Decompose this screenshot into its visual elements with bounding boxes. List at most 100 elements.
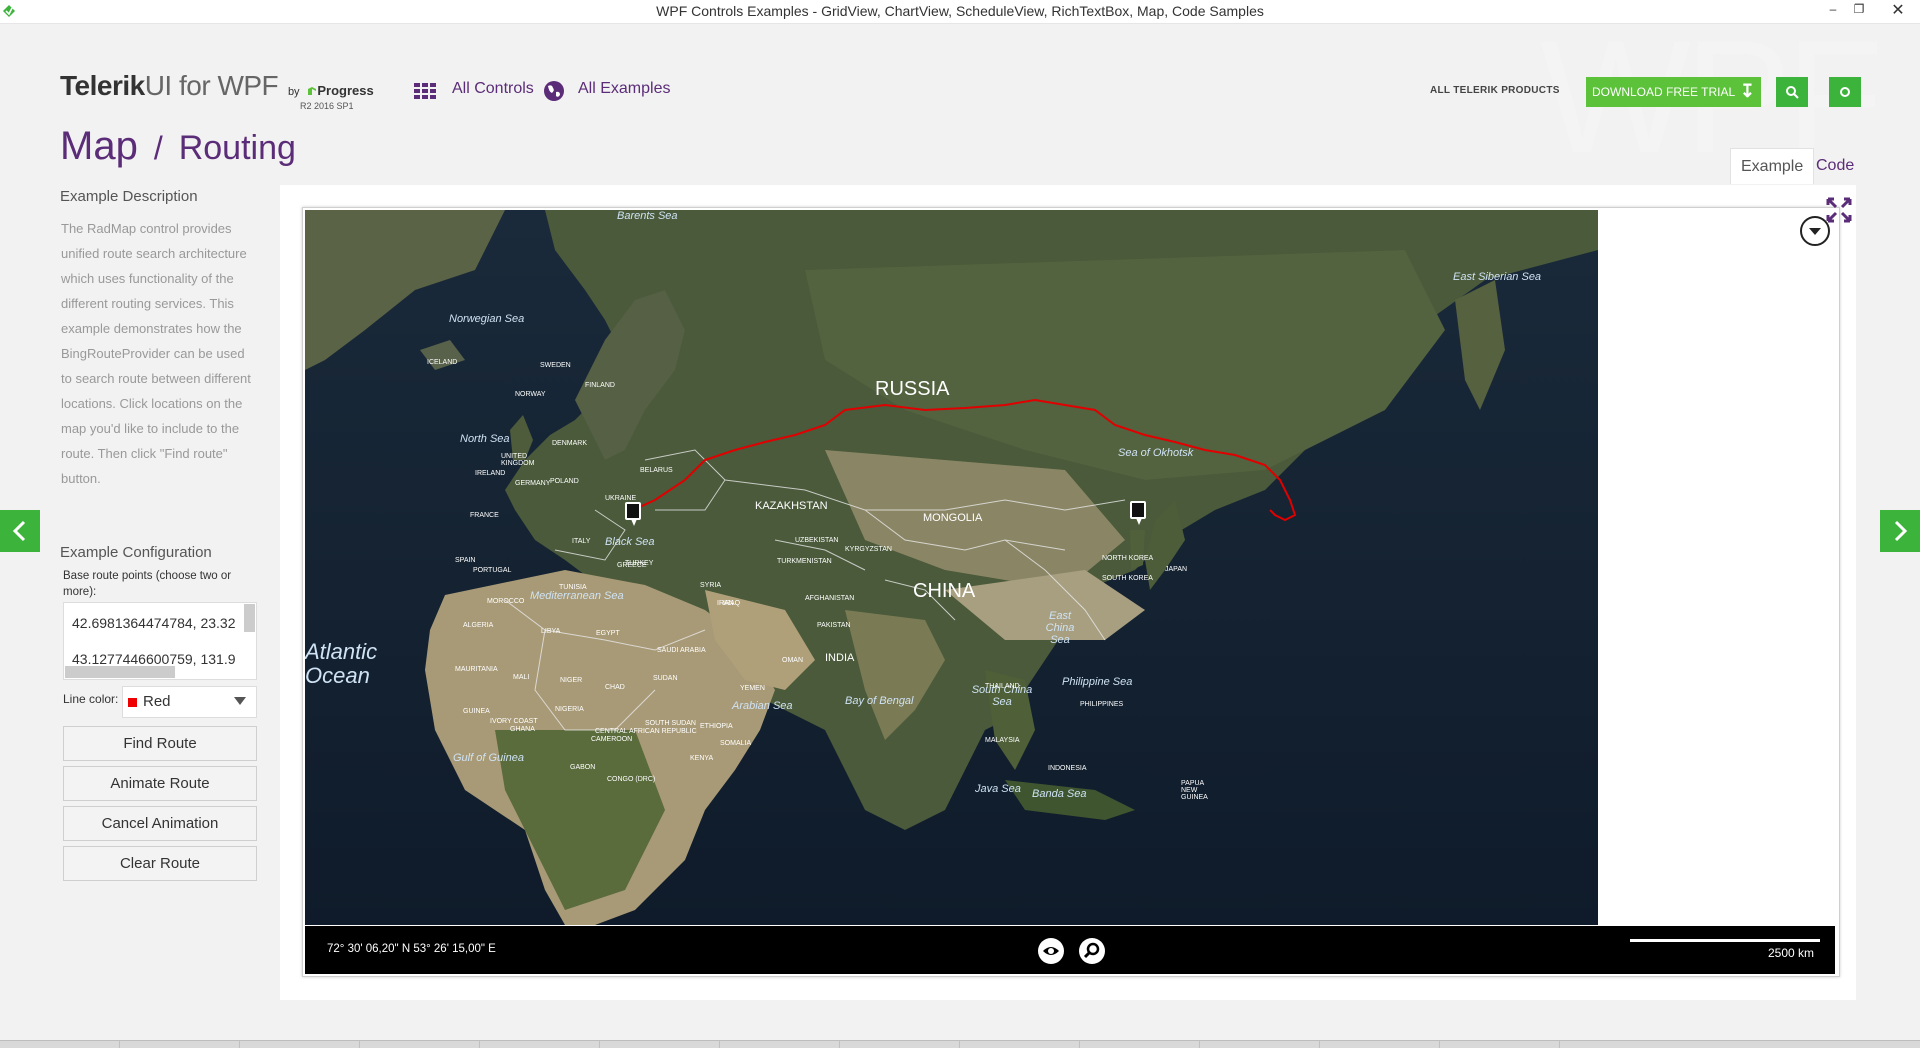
download-label: DOWNLOAD FREE TRIAL (1592, 85, 1736, 99)
globe-icon[interactable] (543, 80, 565, 102)
all-examples-link[interactable]: All Examples (578, 80, 670, 98)
eye-icon[interactable] (1038, 938, 1064, 964)
fullscreen-icon[interactable] (1826, 197, 1852, 223)
search-icon (1786, 86, 1799, 99)
country-label: IRELAND (475, 470, 506, 477)
rad-map[interactable]: Barents Sea East Siberian Sea Norwegian … (305, 210, 1598, 925)
os-taskbar (0, 1040, 1920, 1048)
sea-label: Mediterranean Sea (530, 590, 624, 602)
find-route-button[interactable]: Find Route (63, 726, 257, 761)
version-label: R2 2016 SP1 (300, 101, 354, 111)
sea-label: Java Sea (975, 783, 1021, 795)
all-controls-link[interactable]: All Controls (452, 80, 534, 98)
taskbar-item[interactable] (120, 1041, 240, 1048)
country-label: MALAYSIA (985, 737, 1020, 744)
taskbar-item[interactable] (1320, 1041, 1440, 1048)
country-label: SOUTH KOREA (1102, 575, 1153, 582)
route-point-marker[interactable] (1130, 501, 1146, 525)
country-label: SYRIA (700, 582, 722, 589)
country-label: IRAQ (723, 600, 741, 607)
clear-route-button[interactable]: Clear Route (63, 846, 257, 881)
sea-label: Banda Sea (1032, 788, 1087, 800)
chevron-left-icon (12, 520, 26, 542)
scale-bar (1630, 939, 1820, 942)
settings-button[interactable] (1829, 77, 1861, 107)
breadcrumb-control[interactable]: Map (60, 124, 138, 168)
country-label: LIBYA (541, 628, 561, 635)
search-button[interactable] (1776, 77, 1808, 107)
route-points-label: Base route points (choose two or more): (63, 570, 232, 598)
country-label: UKRAINE (605, 495, 637, 502)
breadcrumb: Map / Routing (60, 124, 296, 169)
sea-label: North Sea (460, 433, 510, 445)
previous-example-button[interactable] (0, 510, 40, 552)
country-label: KYRGYZSTAN (845, 546, 892, 553)
tab-code[interactable]: Code (1806, 148, 1864, 184)
taskbar-item[interactable] (720, 1041, 840, 1048)
route-point-item[interactable]: 42.6981364474784, 23.32 (72, 615, 236, 631)
country-label: YEMEN (740, 685, 765, 692)
country-label: CENTRAL AFRICAN REPUBLIC (595, 728, 697, 735)
country-label: NIGER (560, 677, 583, 684)
country-label: ALGERIA (463, 622, 494, 629)
grid-icon[interactable] (414, 83, 436, 99)
description-title: Example Description (60, 188, 198, 205)
country-label: PORTUGAL (473, 567, 512, 574)
next-example-button[interactable] (1880, 510, 1920, 552)
country-label: ETHIOPIA (700, 723, 733, 730)
all-products-link[interactable]: ALL TELERIK PRODUCTS (1430, 85, 1560, 96)
country-label: IVORY COAST (490, 718, 538, 725)
taskbar-item[interactable] (1200, 1041, 1320, 1048)
country-label: AFGHANISTAN (805, 595, 855, 602)
telerik-logo[interactable]: TelerikUI for WPF by Progress R2 2016 SP… (60, 70, 374, 111)
country-label: NORWAY (515, 391, 546, 398)
taskbar-item[interactable] (1440, 1041, 1560, 1048)
country-label: CAMEROON (591, 736, 633, 743)
country-label: KENYA (690, 755, 714, 762)
taskbar-item[interactable] (600, 1041, 720, 1048)
route-point-marker[interactable] (625, 502, 641, 526)
sea-label: East Siberian Sea (1453, 271, 1542, 283)
country-label: GHANA (510, 726, 535, 733)
country-label: RUSSIA (875, 378, 950, 400)
sea-label: Norwegian Sea (449, 313, 525, 325)
country-label: GREECE (617, 562, 647, 569)
taskbar-item[interactable] (480, 1041, 600, 1048)
cancel-animation-button[interactable]: Cancel Animation (63, 806, 257, 841)
country-label: MALI (513, 674, 530, 681)
chevron-down-icon (234, 697, 246, 705)
vertical-scrollbar[interactable] (244, 604, 255, 632)
country-label: CONGO (DRC) (607, 776, 656, 783)
country-label: SWEDEN (540, 362, 571, 369)
horizontal-scrollbar[interactable] (65, 666, 175, 678)
country-label: DENMARK (552, 440, 588, 447)
coordinates-readout: 72° 30' 06,20" N 53° 26' 15,00" E (327, 943, 496, 955)
country-label: UZBEKISTAN (795, 537, 839, 544)
taskbar-item[interactable] (0, 1041, 120, 1048)
tab-example[interactable]: Example (1730, 148, 1815, 184)
sea-label: Barents Sea (617, 210, 678, 222)
route-points-list[interactable]: 42.6981364474784, 23.32 43.1277446600759… (63, 602, 257, 680)
route-point-item[interactable]: 43.1277446600759, 131.9 (72, 651, 236, 667)
taskbar-item[interactable] (360, 1041, 480, 1048)
map-navigation-button[interactable] (1800, 216, 1830, 246)
country-label: SUDAN (653, 675, 678, 682)
logo-brand: Telerik (60, 70, 145, 101)
country-label: GERMANY (515, 480, 551, 487)
taskbar-item[interactable] (840, 1041, 960, 1048)
sea-label: Gulf of Guinea (453, 752, 524, 764)
close-button[interactable]: ✕ (1880, 0, 1916, 19)
country-label: TUNISIA (559, 584, 587, 591)
zoom-icon[interactable] (1079, 938, 1105, 964)
country-label: SAUDI ARABIA (657, 647, 706, 654)
animate-route-button[interactable]: Animate Route (63, 766, 257, 801)
breadcrumb-example: Routing (178, 129, 296, 167)
sea-label: Philippine Sea (1062, 676, 1133, 688)
download-trial-button[interactable]: DOWNLOAD FREE TRIAL ↧ (1586, 77, 1761, 107)
line-color-select[interactable]: Red (122, 686, 257, 718)
country-label: ITALY (572, 538, 591, 545)
taskbar-item[interactable] (960, 1041, 1080, 1048)
taskbar-item[interactable] (240, 1041, 360, 1048)
taskbar-item[interactable] (1080, 1041, 1200, 1048)
country-label: NORTH KOREA (1102, 555, 1154, 562)
